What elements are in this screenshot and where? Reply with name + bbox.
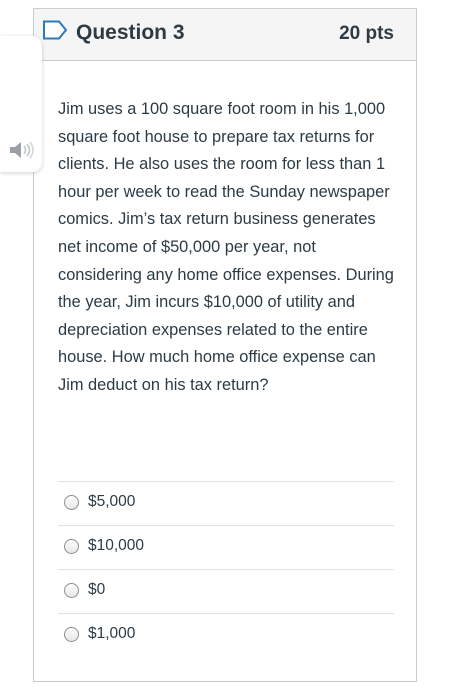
radio-button[interactable] (64, 495, 79, 510)
question-header: Question 3 20 pts (34, 9, 416, 61)
radio-button[interactable] (64, 583, 79, 598)
answer-label[interactable]: $10,000 (88, 537, 144, 555)
answer-option[interactable]: $1,000 (58, 613, 394, 657)
answer-option[interactable]: $0 (58, 569, 394, 613)
answer-label[interactable]: $1,000 (88, 625, 135, 643)
page: Question 3 20 pts Jim uses a 100 square … (0, 0, 451, 700)
answer-option[interactable]: $5,000 (58, 481, 394, 525)
flag-outline-icon[interactable] (42, 20, 68, 40)
question-title: Question 3 (76, 21, 185, 44)
answer-label[interactable]: $0 (88, 581, 105, 599)
question-card: Question 3 20 pts Jim uses a 100 square … (33, 8, 417, 682)
speaker-icon[interactable] (7, 140, 37, 160)
answer-list: $5,000 $10,000 $0 $1,000 (58, 481, 394, 657)
question-text: Jim uses a 100 square foot room in his 1… (58, 100, 394, 394)
radio-button[interactable] (64, 539, 79, 554)
question-points: 20 pts (339, 23, 394, 44)
radio-button[interactable] (64, 627, 79, 642)
answer-option[interactable]: $10,000 (58, 525, 394, 569)
answer-label[interactable]: $5,000 (88, 493, 135, 511)
